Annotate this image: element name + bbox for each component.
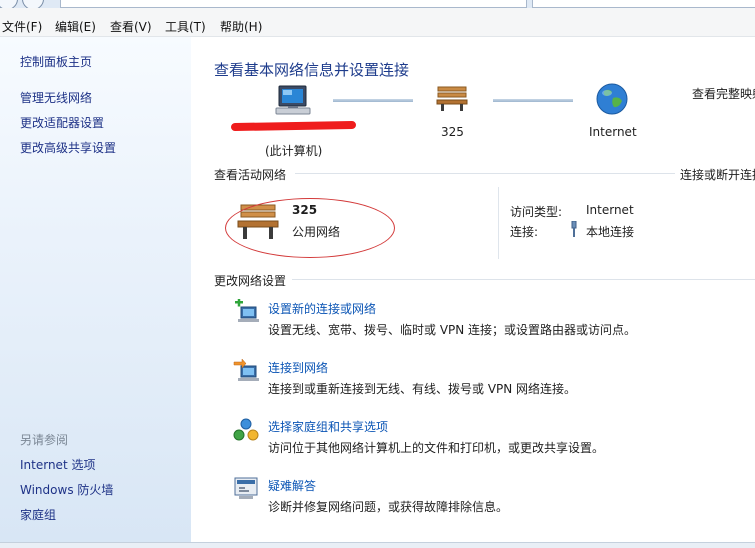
homegroup-icon[interactable] (233, 417, 259, 443)
sidebar: 控制面板主页 管理无线网络 更改适配器设置 更改高级共享设置 另请参阅 Inte… (0, 37, 191, 542)
access-type-label: 访问类型: (510, 205, 563, 219)
active-network-type-link[interactable]: 公用网络 (292, 223, 340, 240)
task-homegroup-link[interactable]: 选择家庭组和共享选项 (268, 418, 388, 435)
search-box[interactable] (532, 0, 755, 8)
task-homegroup-desc: 访问位于其他网络计算机上的文件和打印机，或更改共享设置。 (268, 441, 605, 455)
active-networks-vertical-divider (498, 187, 499, 259)
change-settings-divider (292, 279, 755, 280)
menu-bar: 文件(F) 编辑(E) 查看(V) 工具(T) 帮助(H) (0, 8, 755, 37)
map-connector-1 (333, 99, 413, 102)
task-new-connection-desc: 设置无线、宽带、拨号、临时或 VPN 连接；或设置路由器或访问点。 (268, 323, 637, 337)
local-connection-link[interactable]: 本地连接 (586, 223, 634, 240)
page-title: 查看基本网络信息并设置连接 (214, 61, 410, 79)
menu-file[interactable]: 文件(F) (2, 18, 42, 35)
computer-icon[interactable] (273, 83, 313, 119)
access-type-value: Internet (586, 203, 634, 217)
task-connect-network-link[interactable]: 连接到网络 (268, 359, 328, 376)
map-network-name: 325 (441, 125, 464, 139)
globe-icon[interactable] (595, 82, 629, 116)
sidebar-item-advanced-sharing[interactable]: 更改高级共享设置 (20, 139, 116, 156)
task-troubleshoot-link[interactable]: 疑难解答 (268, 477, 316, 494)
change-settings-label: 更改网络设置 (214, 274, 287, 288)
redacted-computer-name (230, 120, 357, 132)
sidebar-item-manage-wireless[interactable]: 管理无线网络 (20, 89, 92, 106)
window-bottom-border (0, 542, 755, 548)
menu-tools[interactable]: 工具(T) (165, 18, 206, 35)
menu-edit[interactable]: 编辑(E) (55, 18, 96, 35)
window-top-strip (0, 0, 755, 10)
active-network-name: 325 (292, 203, 318, 217)
see-also-heading: 另请参阅 (20, 433, 69, 447)
active-networks-divider (295, 173, 675, 174)
task-connect-network-desc: 连接到或重新连接到无线、有线、拨号或 VPN 网络连接。 (268, 382, 577, 396)
menu-view[interactable]: 查看(V) (110, 18, 152, 35)
connect-network-icon[interactable] (233, 358, 259, 382)
map-internet-label: Internet (589, 125, 637, 139)
menu-help[interactable]: 帮助(H) (220, 18, 262, 35)
computer-subtitle: (此计算机) (265, 144, 323, 158)
sidebar-item-adapter-settings[interactable]: 更改适配器设置 (20, 114, 104, 131)
connection-label: 连接: (510, 225, 539, 239)
task-troubleshoot-desc: 诊断并修复网络问题，或获得故障排除信息。 (268, 500, 509, 514)
address-bar[interactable] (60, 0, 527, 8)
bench-network-icon[interactable] (435, 83, 469, 113)
active-networks-label: 查看活动网络 (214, 168, 287, 182)
connect-disconnect-link[interactable]: 连接或断开连接 (680, 166, 755, 183)
troubleshoot-icon[interactable] (233, 476, 259, 500)
ethernet-icon (571, 221, 577, 237)
task-new-connection-link[interactable]: 设置新的连接或网络 (268, 300, 376, 317)
sidebar-item-homegroup[interactable]: 家庭组 (20, 506, 56, 523)
sidebar-item-windows-firewall[interactable]: Windows 防火墙 (20, 481, 113, 498)
view-full-map-link[interactable]: 查看完整映射 (692, 85, 755, 102)
sidebar-item-internet-options[interactable]: Internet 选项 (20, 456, 95, 473)
map-connector-2 (493, 99, 573, 102)
main-panel: 查看基本网络信息并设置连接 查看完整映射 (此计算机) 325 Internet… (191, 37, 755, 542)
new-connection-icon[interactable] (233, 299, 259, 323)
sidebar-item-control-panel-home[interactable]: 控制面板主页 (20, 53, 92, 70)
